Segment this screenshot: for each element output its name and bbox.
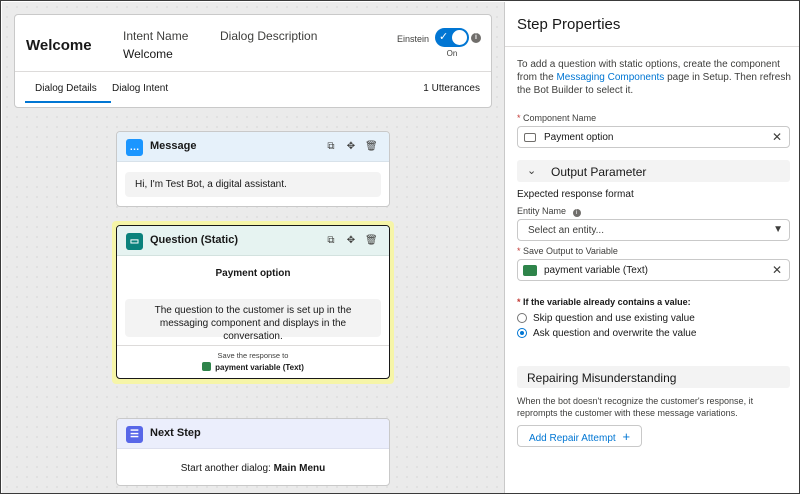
- next-step-card[interactable]: ☰ Next Step Start another dialog: Main M…: [116, 418, 390, 486]
- einstein-toggle[interactable]: ✓: [435, 28, 469, 47]
- option-skip-question-label[interactable]: Skip question and use existing value: [533, 313, 695, 324]
- entity-name-label-text: Entity Name: [517, 206, 567, 216]
- info-icon[interactable]: i: [471, 33, 481, 43]
- bot-builder-canvas[interactable]: Welcome Intent Name Welcome Dialog Descr…: [2, 2, 504, 493]
- component-name-label-text: Component Name: [523, 113, 597, 123]
- add-repair-attempt-label: Add Repair Attempt: [528, 432, 616, 444]
- panel-title: Step Properties: [517, 16, 621, 33]
- message-card-header: … Message ⧉ ✥ 🗑: [117, 132, 389, 162]
- messaging-components-link[interactable]: Messaging Components: [556, 72, 664, 83]
- message-step-card[interactable]: … Message ⧉ ✥ 🗑 Hi, I'm Test Bot, a digita…: [116, 131, 390, 207]
- save-output-label-text: Save Output to Variable: [523, 246, 618, 256]
- save-variable-value: payment variable (Text): [544, 265, 648, 276]
- component-icon: [524, 133, 536, 142]
- next-step-card-header: ☰ Next Step: [117, 419, 389, 449]
- component-name-label: * Component Name: [517, 113, 596, 123]
- delete-icon[interactable]: 🗑: [365, 235, 378, 246]
- checkmark-icon: ✓: [439, 31, 449, 43]
- output-parameter-section[interactable]: ⌄ Output Parameter: [517, 160, 790, 182]
- list-icon: ☰: [126, 426, 143, 443]
- chevron-down-icon: ⌄: [527, 165, 537, 177]
- repairing-misunderstanding-section: Repairing Misunderstanding: [517, 366, 790, 388]
- active-tab-indicator: [25, 101, 111, 103]
- expected-format-label: Expected response format: [517, 189, 634, 200]
- intent-name-label: Intent Name: [123, 29, 189, 43]
- question-card-divider: [117, 345, 389, 346]
- save-output-label: * Save Output to Variable: [517, 246, 618, 256]
- step-properties-panel: Step Properties To add a question with s…: [504, 2, 799, 493]
- question-description: The question to the customer is set up i…: [125, 299, 381, 342]
- entity-name-label: Entity Name i: [517, 206, 581, 217]
- copy-icon[interactable]: ⧉: [325, 141, 337, 152]
- radio-skip-question[interactable]: [517, 313, 527, 323]
- next-step-prefix: Start another dialog:: [180, 463, 271, 474]
- variable-icon: [523, 265, 537, 276]
- question-card-header: ▭ Question (Static) ⧉ ✥ 🗑: [117, 226, 389, 256]
- save-response-variable: payment variable (Text): [117, 362, 389, 372]
- dialog-title: Welcome: [26, 37, 92, 54]
- save-response-label: Save the response to: [217, 351, 289, 360]
- panel-divider: [505, 46, 799, 47]
- clear-icon[interactable]: ✕: [772, 130, 782, 144]
- component-icon: ▭: [126, 233, 143, 250]
- next-step-card-title: Next Step: [150, 427, 201, 439]
- entity-select[interactable]: Select an entity... ▼: [517, 219, 790, 241]
- utterances-count[interactable]: 1 Utterances: [423, 83, 480, 94]
- variable-icon: [202, 362, 212, 371]
- panel-intro: To add a question with static options, c…: [517, 58, 791, 97]
- dialog-header: Welcome Intent Name Welcome Dialog Descr…: [14, 14, 492, 108]
- question-card-tools: ⧉ ✥ 🗑: [317, 235, 377, 246]
- copy-icon[interactable]: ⧉: [325, 235, 337, 246]
- dropdown-arrow-icon: ▼: [773, 224, 783, 235]
- message-card-tools: ⧉ ✥ 🗑: [317, 141, 377, 152]
- message-text: Hi, I'm Test Bot, a digital assistant.: [125, 172, 381, 197]
- save-variable-field[interactable]: payment variable (Text) ✕: [517, 259, 790, 281]
- toggle-state-label: On: [446, 49, 458, 58]
- repair-description: When the bot doesn't recognize the custo…: [517, 396, 754, 418]
- einstein-label: Einstein: [397, 34, 430, 44]
- question-component-name: Payment option: [215, 268, 291, 279]
- dialog-description-label: Dialog Description: [220, 29, 318, 43]
- intent-name-value: Welcome: [123, 47, 173, 61]
- radio-ask-question[interactable]: [517, 328, 527, 338]
- component-name-field[interactable]: Payment option ✕: [517, 126, 790, 148]
- next-step-text: Start another dialog: Main Menu: [117, 463, 389, 474]
- condition-label: * If the variable already contains a val…: [517, 297, 691, 307]
- message-card-title: Message: [150, 140, 197, 152]
- entity-placeholder: Select an entity...: [528, 225, 604, 236]
- move-icon[interactable]: ✥: [345, 235, 357, 246]
- option-ask-question-label[interactable]: Ask question and overwrite the value: [533, 328, 696, 339]
- tab-dialog-intent[interactable]: Dialog Intent: [112, 83, 168, 94]
- add-repair-attempt-button[interactable]: Add Repair Attempt +: [517, 425, 642, 447]
- question-step-card[interactable]: ▭ Question (Static) ⧉ ✥ 🗑 Payment option T…: [116, 225, 390, 379]
- repair-section-title: Repairing Misunderstanding: [527, 371, 677, 385]
- window: Welcome Intent Name Welcome Dialog Descr…: [0, 0, 800, 494]
- required-mark: *: [517, 297, 521, 307]
- plus-icon: +: [622, 428, 631, 444]
- clear-icon[interactable]: ✕: [772, 263, 782, 277]
- delete-icon[interactable]: 🗑: [365, 141, 378, 152]
- output-parameter-title: Output Parameter: [551, 165, 647, 179]
- chat-bubble-icon: …: [126, 139, 143, 156]
- toggle-knob: [452, 30, 467, 45]
- component-name-value: Payment option: [544, 132, 614, 143]
- save-variable-name: payment variable (Text): [215, 363, 304, 372]
- question-card-title: Question (Static): [150, 234, 239, 246]
- required-mark: *: [517, 113, 521, 123]
- condition-label-text: If the variable already contains a value…: [523, 297, 691, 307]
- info-icon[interactable]: i: [572, 209, 581, 217]
- required-mark: *: [517, 246, 521, 256]
- move-icon[interactable]: ✥: [345, 141, 357, 152]
- header-divider: [15, 71, 491, 72]
- tab-dialog-details[interactable]: Dialog Details: [35, 83, 97, 94]
- next-step-target[interactable]: Main Menu: [274, 463, 326, 474]
